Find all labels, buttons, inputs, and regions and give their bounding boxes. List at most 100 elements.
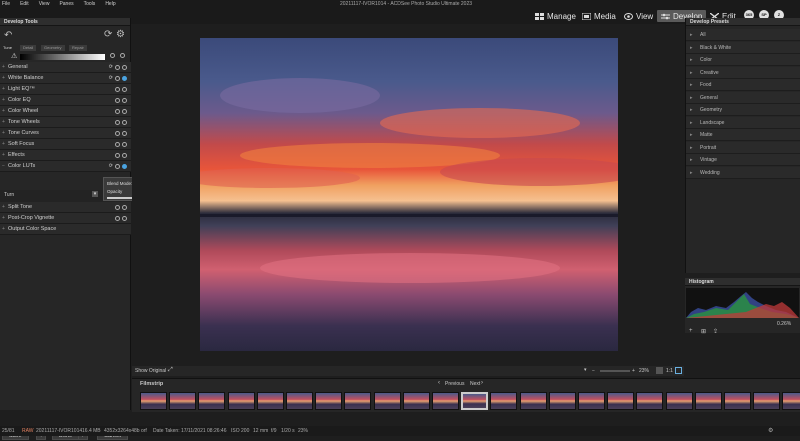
settings-icon[interactable] (115, 205, 120, 210)
menu-panes[interactable]: Panes (59, 1, 73, 7)
enable-toggle[interactable] (122, 205, 127, 210)
preset-creative[interactable]: ▸ Creative (686, 66, 800, 79)
fullscreen-icon[interactable] (675, 367, 682, 374)
section-white-balance[interactable]: + White Balance ⟳ (0, 73, 131, 84)
settings-icon[interactable] (115, 164, 120, 169)
ratio-button[interactable]: 1:1 (666, 368, 673, 374)
zoom-in-icon[interactable]: + (632, 368, 635, 374)
filmstrip-thumbnail[interactable] (724, 392, 751, 410)
expand-icon[interactable]: ⤢ (168, 367, 173, 374)
reset-icon[interactable]: ⟳ (109, 76, 113, 81)
menu-view[interactable]: View (39, 1, 50, 7)
settings-icon[interactable] (115, 120, 120, 125)
mode-media-button[interactable]: Media (578, 10, 620, 22)
settings-icon[interactable] (115, 87, 120, 92)
settings-icon[interactable] (115, 216, 120, 221)
section-color-wheel[interactable]: + Color Wheel (0, 106, 131, 117)
mode-view-button[interactable]: View (620, 10, 657, 22)
section-tone-curves[interactable]: + Tone Curves (0, 128, 131, 139)
expand-icon[interactable]: + (2, 84, 5, 95)
preset-portrait[interactable]: ▸ Portrait (686, 141, 800, 154)
settings-icon[interactable] (115, 131, 120, 136)
filmstrip-thumbnail[interactable] (490, 392, 518, 410)
filmstrip-thumbnail[interactable] (607, 392, 635, 410)
enable-toggle[interactable] (122, 109, 127, 114)
enable-toggle[interactable] (122, 164, 127, 169)
enable-toggle[interactable] (122, 65, 127, 70)
menu-file[interactable]: File (2, 1, 10, 7)
reset-icon[interactable]: ⟳ (109, 164, 113, 169)
enable-toggle[interactable] (122, 120, 127, 125)
preset-all[interactable]: ▸ All (686, 29, 800, 41)
reset-icon[interactable]: ⟳ (109, 65, 113, 70)
preset-vintage[interactable]: ▸ Vintage (686, 154, 800, 166)
show-original-button[interactable]: Show Original (135, 368, 166, 374)
tab-tune[interactable]: Tune (0, 45, 15, 51)
enable-toggle[interactable] (122, 76, 127, 81)
settings-icon[interactable] (115, 109, 120, 114)
expand-icon[interactable]: + (2, 213, 5, 224)
chevron-down-icon[interactable]: ▾ (584, 367, 587, 373)
toggle-dot[interactable] (110, 53, 115, 58)
expand-icon[interactable]: − (2, 161, 5, 172)
filmstrip-thumbnail[interactable] (432, 392, 459, 410)
expand-icon[interactable]: + (2, 202, 5, 213)
share-icon[interactable]: ⇪ (713, 328, 718, 335)
preset-geometry[interactable]: ▸ Geometry (686, 104, 800, 116)
enable-toggle[interactable] (122, 216, 127, 221)
zoom-slider[interactable] (600, 370, 630, 372)
filmstrip-thumbnail[interactable] (256, 392, 284, 410)
toggle-dot[interactable] (120, 53, 125, 58)
filmstrip-thumbnail[interactable] (753, 392, 781, 410)
expand-icon[interactable]: + (2, 117, 5, 128)
filmstrip-thumbnail[interactable] (286, 392, 313, 410)
enable-toggle[interactable] (122, 153, 127, 158)
expand-icon[interactable]: + (2, 128, 5, 139)
section-color-eq[interactable]: + Color EQ (0, 95, 131, 106)
undo-icon[interactable]: ↶ (4, 30, 12, 41)
enable-toggle[interactable] (122, 131, 127, 136)
filmstrip-thumbnail[interactable] (694, 392, 722, 410)
expand-icon[interactable]: + (2, 62, 5, 73)
menu-help[interactable]: Help (105, 1, 115, 7)
expand-icon[interactable]: + (2, 106, 5, 117)
section-effects[interactable]: + Effects (0, 150, 131, 161)
menu-edit[interactable]: Edit (20, 1, 29, 7)
preset-general[interactable]: ▸ General (686, 91, 800, 104)
reset-icon[interactable]: ⟳ (104, 29, 112, 40)
expand-icon[interactable]: + (2, 150, 5, 161)
fit-icon[interactable] (656, 367, 663, 374)
expand-icon[interactable]: + (2, 73, 5, 84)
menu-tools[interactable]: Tools (84, 1, 96, 7)
filmstrip-thumbnail[interactable] (782, 392, 800, 410)
filmstrip-thumbnail[interactable] (636, 392, 664, 410)
filmstrip-thumbnail[interactable] (344, 392, 372, 410)
previous-button[interactable]: Previous (445, 381, 464, 387)
status-icon[interactable]: ⚙ (768, 426, 773, 436)
filmstrip-thumbnail[interactable] (519, 392, 547, 410)
adjust-icon[interactable]: ⊞ (701, 328, 706, 335)
settings-icon[interactable] (115, 98, 120, 103)
tab-detail[interactable]: Detail (20, 45, 37, 51)
section-general[interactable]: + General ⟳ (0, 62, 131, 73)
preset-black-white[interactable]: ▸ Black & White (686, 41, 800, 54)
section-color-luts[interactable]: − Color LUTs ⟳ (0, 161, 131, 172)
filmstrip-thumbnail[interactable] (461, 392, 489, 410)
tab-repair[interactable]: Repair (69, 45, 87, 51)
filmstrip-thumbnail[interactable] (198, 392, 226, 410)
filmstrip-thumbnail[interactable] (140, 392, 167, 410)
preset-wedding[interactable]: ▸ Wedding (686, 166, 800, 179)
sunset-photo[interactable] (200, 38, 618, 351)
add-icon[interactable]: + (689, 328, 693, 334)
filmstrip-thumbnail[interactable] (402, 392, 430, 410)
expand-icon[interactable]: + (2, 139, 5, 150)
section-output-color-space[interactable]: + Output Color Space (0, 224, 131, 235)
zoom-out-icon[interactable]: − (592, 368, 595, 374)
filmstrip-thumbnail[interactable] (578, 392, 605, 410)
settings-icon[interactable] (115, 76, 120, 81)
settings-icon[interactable] (115, 153, 120, 158)
section-light-eq[interactable]: + Light EQ™ (0, 84, 131, 95)
filmstrip-thumbnail[interactable] (373, 392, 401, 410)
settings-icon[interactable] (115, 142, 120, 147)
preset-food[interactable]: ▸ Food (686, 79, 800, 91)
